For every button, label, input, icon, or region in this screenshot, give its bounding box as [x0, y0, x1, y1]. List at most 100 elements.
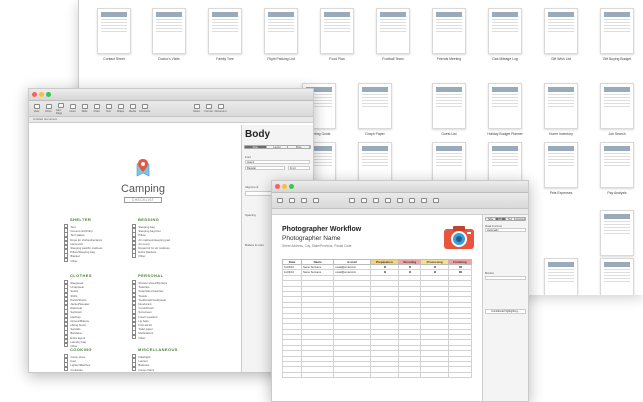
document-subtitle: CHECKLIST	[124, 197, 162, 203]
template-thumbnail[interactable]	[320, 8, 354, 54]
template-thumbnail[interactable]	[432, 8, 466, 54]
toolbar-button-label: Insert	[69, 110, 76, 113]
spreadsheet-canvas[interactable]: Photographer Workflow Photographer Name …	[272, 215, 484, 401]
close-button[interactable]	[32, 92, 37, 97]
template-thumbnail[interactable]	[544, 8, 578, 54]
checklist-item[interactable]: Other	[64, 258, 77, 262]
toolbar-button[interactable]	[395, 197, 404, 204]
bullets-label: Bullets & Lists	[245, 243, 264, 247]
template-thumbnail[interactable]	[488, 83, 522, 129]
paragraph-style-heading[interactable]: Body	[245, 129, 270, 140]
template-thumbnail[interactable]	[600, 142, 634, 188]
toolbar-button[interactable]: Share	[192, 104, 201, 113]
template-thumbnail[interactable]	[432, 83, 466, 129]
toolbar-button[interactable]	[431, 197, 440, 204]
template-thumbnail[interactable]	[97, 8, 131, 54]
toolbar-button[interactable]: Document	[215, 104, 226, 113]
template-thumbnail[interactable]	[358, 83, 392, 129]
toolbar-button[interactable]: Table	[80, 104, 89, 113]
status-checkbox[interactable]	[409, 270, 412, 274]
section-heading: COOKING	[70, 347, 92, 352]
document-canvas[interactable]: Camping CHECKLIST SHELTER Tent Ground clot…	[29, 125, 243, 372]
zoom-button[interactable]	[289, 184, 294, 189]
status-checkbox[interactable]	[383, 270, 387, 274]
toolbar-button[interactable]	[359, 197, 368, 204]
font-size-field[interactable]: 11 pt	[288, 166, 310, 170]
inspector-tab[interactable]: Cell	[495, 218, 506, 220]
toolbar-button[interactable]: Shape	[116, 104, 125, 113]
template-thumbnail[interactable]	[152, 8, 186, 54]
inspector-tab[interactable]: Table	[486, 218, 496, 220]
toolbar-button[interactable]: Media	[128, 104, 137, 113]
status-checkbox[interactable]	[409, 265, 412, 268]
toolbar-button[interactable]	[371, 197, 380, 204]
inspector-tab[interactable]: Text	[506, 218, 516, 220]
template-thumbnail[interactable]	[376, 8, 410, 54]
toolbar-button[interactable]	[407, 197, 416, 204]
status-checkbox[interactable]	[433, 265, 437, 268]
status-checkbox[interactable]	[433, 270, 437, 274]
toolbar-button[interactable]	[311, 197, 320, 204]
status-checkbox[interactable]	[459, 270, 462, 274]
template-thumbnail[interactable]	[600, 83, 634, 129]
minimize-button[interactable]	[282, 184, 287, 189]
inspector-tab[interactable]: Arrange	[515, 218, 525, 220]
template-thumbnail[interactable]	[488, 8, 522, 54]
template-thumbnail[interactable]	[600, 258, 634, 295]
table-cell[interactable]	[420, 371, 449, 379]
toolbar-button[interactable]: Add Page	[56, 102, 65, 115]
toolbar-button[interactable]: Zoom	[44, 104, 53, 113]
checklist-item[interactable]: Other	[132, 253, 145, 258]
checklist-item[interactable]: Other	[132, 335, 145, 339]
table-cell[interactable]	[369, 371, 400, 379]
toolbar-button[interactable]: Insert	[68, 104, 77, 113]
template-thumbnail[interactable]	[544, 83, 578, 129]
template-thumbnail[interactable]	[600, 210, 634, 256]
template-thumbnail[interactable]	[544, 258, 578, 295]
document-tab[interactable]: Untitled document	[33, 117, 57, 121]
toolbar-button[interactable]: View	[32, 104, 41, 113]
tab-more[interactable]: More	[288, 146, 310, 148]
table-cell[interactable]	[281, 371, 303, 379]
template-label: Holiday Budget Planner	[487, 132, 523, 136]
tab-style[interactable]: Style	[245, 146, 267, 148]
minimize-button[interactable]	[39, 92, 44, 97]
toolbar-button[interactable]	[275, 197, 284, 204]
toolbar-button[interactable]	[299, 197, 308, 204]
data-format-select[interactable]: Automatic	[485, 228, 526, 232]
inspector-tabs: Table Cell Text Arrange	[485, 217, 526, 221]
table-row[interactable]	[281, 371, 473, 379]
toolbar-button-label: Table	[81, 110, 88, 113]
tab-layout[interactable]: Layout	[267, 146, 289, 148]
toolbar-button[interactable]: Format	[204, 104, 213, 113]
zoom-button[interactable]	[46, 92, 51, 97]
checklist-item[interactable]: Camp chairs	[132, 367, 154, 371]
toolbar-button[interactable]	[347, 197, 356, 204]
border-style-select[interactable]	[485, 276, 526, 280]
font-style-select[interactable]: Regular	[245, 166, 285, 170]
toolbar-button[interactable]	[383, 197, 392, 204]
template-thumbnail[interactable]	[264, 8, 298, 54]
font-select[interactable]: Avenir	[245, 160, 310, 164]
template-thumbnail[interactable]	[208, 8, 242, 54]
table-cell[interactable]	[333, 371, 371, 379]
conditional-highlighting-button[interactable]: Conditional Highlighting...	[485, 309, 526, 314]
toolbar-button[interactable]	[287, 197, 296, 204]
table-cell[interactable]	[397, 371, 422, 379]
toolbar-button[interactable]	[419, 197, 428, 204]
toolbar-button[interactable]: Text	[104, 104, 113, 113]
toolbar-button-label: Media	[128, 110, 137, 113]
toolbar-button-label: Text	[106, 110, 111, 113]
table-cell[interactable]	[447, 371, 473, 379]
template-thumbnail[interactable]	[544, 142, 578, 188]
status-checkbox[interactable]	[459, 265, 462, 268]
workflow-table[interactable]: Date Name E-mail Preparation Shooting Process…	[281, 259, 473, 379]
close-button[interactable]	[275, 184, 280, 189]
toolbar-button[interactable]: Chart	[92, 104, 101, 113]
table-cell[interactable]	[301, 371, 335, 379]
status-checkbox[interactable]	[383, 265, 387, 268]
toolbar-button[interactable]: Comment	[139, 104, 150, 113]
template-thumbnail[interactable]	[600, 8, 634, 54]
checklist-item[interactable]: Cookware	[64, 367, 83, 371]
template-label: Guest List	[441, 132, 457, 136]
